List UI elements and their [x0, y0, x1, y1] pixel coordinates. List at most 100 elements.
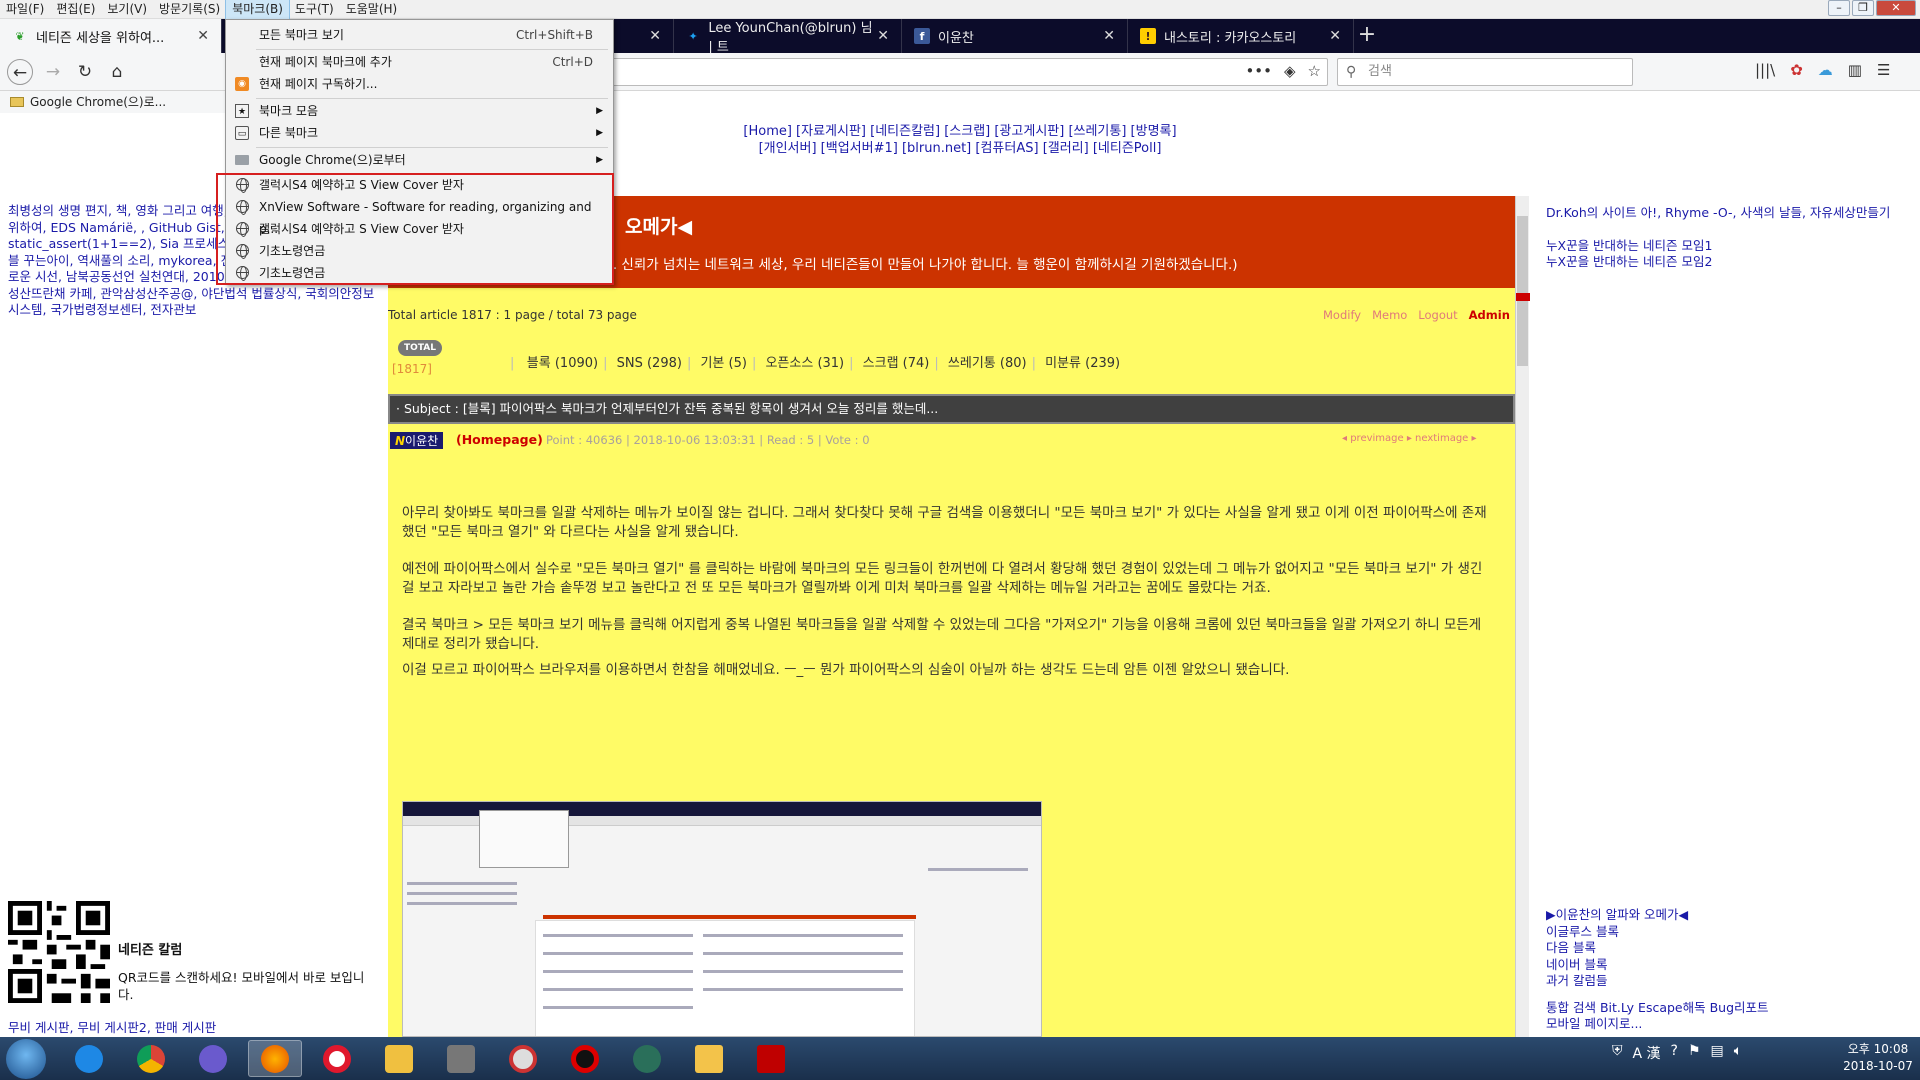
chrome-icon[interactable] — [124, 1040, 178, 1077]
ime-indicator[interactable]: A 漢 — [1633, 1043, 1661, 1063]
memo-link[interactable]: Memo — [1372, 308, 1407, 322]
app-icon[interactable] — [186, 1040, 240, 1077]
app-icon[interactable] — [434, 1040, 488, 1077]
cloud-icon[interactable]: ☁ — [1818, 61, 1833, 79]
menu-item-label: Google Chrome(으)로부터 — [259, 153, 406, 167]
network-icon[interactable]: ▤ — [1711, 1043, 1724, 1063]
logout-link[interactable]: Logout — [1418, 308, 1457, 322]
right-link[interactable]: ▶이윤찬의 알파와 오메가◀ — [1546, 907, 1916, 924]
submenu-arrow-icon: ▶ — [596, 155, 603, 165]
opera-icon[interactable] — [310, 1040, 364, 1077]
url-bar[interactable]: ••• ◈ ☆ — [520, 58, 1328, 86]
search-placeholder: 검색 — [1368, 64, 1392, 79]
right-link[interactable]: 다음 블록 — [1546, 940, 1916, 957]
tab-netizen[interactable]: ❦ 네티즌 세상을 위하여... ✕ — [0, 19, 222, 53]
reload-icon[interactable]: ↻ — [72, 59, 98, 85]
start-button-icon[interactable] — [6, 1039, 46, 1079]
tab-twitter[interactable]: ✦ Lee YounChan(@blrun) 님 | 트 ✕ — [674, 19, 902, 55]
minimize-icon[interactable]: – — [1828, 0, 1850, 16]
flag-icon[interactable]: ⚑ — [1688, 1043, 1701, 1063]
forward-icon[interactable]: → — [40, 59, 66, 85]
folder-icon[interactable] — [682, 1040, 736, 1077]
restore-icon[interactable]: ❐ — [1852, 0, 1874, 16]
menu-tools[interactable]: 도구(T) — [289, 0, 340, 19]
post-paragraph-1: 아무리 찾아봐도 북마크를 일괄 삭제하는 메뉴가 보이질 않는 겁니다. 그래… — [402, 505, 1487, 540]
pocket-icon[interactable]: ◈ — [1284, 62, 1296, 80]
category-scrap[interactable]: 스크랩 (74) — [863, 356, 930, 371]
taskbar: ⛨ A 漢 ? ⚑ ▤ 🔈︎ 오후 10:08 2018-10-07 — [0, 1037, 1920, 1080]
right-link[interactable]: 누X꾼을 반대하는 네티즌 모임1 — [1546, 238, 1916, 255]
shield-icon[interactable]: ⛨ — [1612, 1043, 1623, 1063]
bookmark-folder-chrome[interactable]: Google Chrome(으)로... — [30, 95, 166, 109]
volume-icon[interactable]: 🔈︎ — [1734, 1043, 1742, 1063]
subscribe-page-item[interactable]: ◉ 현재 페이지 구독하기... — [226, 73, 613, 95]
menu-file[interactable]: 파일(F) — [0, 0, 50, 19]
post-screenshot-image[interactable] — [402, 801, 1042, 1037]
category-list: | 블록 (1090) | SNS (298) | 기본 (5) | 오픈소스 (31… — [510, 356, 1121, 371]
tab-kakaostory[interactable]: ! 내스토리 : 카카오스토리 ✕ — [1128, 19, 1354, 53]
hamburger-menu-icon[interactable]: ☰ — [1877, 61, 1890, 79]
search-input[interactable]: ⚲ 검색 — [1337, 58, 1633, 86]
right-link[interactable]: 과거 칼럼들 — [1546, 973, 1916, 990]
category-trash[interactable]: 쓰레기통 (80) — [948, 356, 1027, 371]
menu-edit[interactable]: 편집(E) — [50, 0, 101, 19]
record-icon[interactable] — [558, 1040, 612, 1077]
right-link-row[interactable]: Dr.Koh의 사이트 아!, Rhyme -O-, 사색의 날들, 자유세상만… — [1546, 205, 1916, 222]
right-link[interactable]: 모바일 페이지로... — [1546, 1016, 1916, 1033]
menu-separator — [256, 147, 608, 148]
board-scrollbar[interactable] — [1515, 196, 1530, 1037]
category-basic[interactable]: 기본 (5) — [700, 356, 746, 371]
menu-view[interactable]: 보기(V) — [101, 0, 153, 19]
clock[interactable]: 오후 10:08 2018-10-07 — [1843, 1041, 1913, 1075]
back-icon[interactable]: ← — [7, 59, 33, 85]
close-tab-icon[interactable]: ✕ — [1329, 28, 1341, 44]
pen-app-icon[interactable] — [372, 1040, 426, 1077]
menu-history[interactable]: 방문기록(S) — [153, 0, 226, 19]
author-badge[interactable]: N이윤찬 — [390, 432, 444, 449]
close-tab-icon[interactable]: ✕ — [877, 28, 889, 44]
category-sns[interactable]: SNS (298) — [617, 356, 682, 371]
url-bar-actions: ••• ◈ ☆ — [1245, 62, 1321, 80]
twitter-icon: ✦ — [688, 29, 698, 43]
close-tab-icon[interactable]: ✕ — [197, 28, 209, 44]
app-icon[interactable] — [620, 1040, 674, 1077]
tab-facebook[interactable]: f 이윤찬 ✕ — [902, 19, 1128, 53]
close-window-icon[interactable]: ✕ — [1876, 0, 1916, 16]
qr-title: 네티즌 칼럼 — [118, 943, 183, 958]
bookmark-this-page-item[interactable]: 현재 페이지 북마크에 추가 Ctrl+D — [226, 51, 613, 73]
prev-next-image-links[interactable]: ◂ previmage ▸ nextimage ▸ — [1342, 433, 1477, 444]
star-bookmark-icon[interactable]: ☆ — [1308, 62, 1321, 80]
show-all-bookmarks-item[interactable]: 모든 북마크 보기 Ctrl+Shift+B — [226, 24, 613, 46]
scrollbar-thumb[interactable] — [1517, 216, 1528, 366]
category-blog[interactable]: 블록 (1090) — [527, 356, 598, 371]
right-link[interactable]: 네이버 블록 — [1546, 957, 1916, 974]
internet-explorer-icon[interactable] — [62, 1040, 116, 1077]
right-link[interactable]: 통합 검색 Bit.Ly Escape해독 Bug리포트 — [1546, 1000, 1916, 1017]
right-link[interactable]: 이글루스 블록 — [1546, 924, 1916, 941]
left-bottom-links[interactable]: 무비 게시판, 무비 게시판2, 판매 게시판 — [8, 1017, 216, 1036]
admin-link[interactable]: Admin — [1469, 308, 1510, 322]
from-google-chrome-item[interactable]: Google Chrome(으)로부터 ▶ — [226, 149, 613, 171]
app-icon[interactable] — [496, 1040, 550, 1077]
home-icon[interactable]: ⌂ — [104, 59, 130, 85]
tab-hidden[interactable]: ✕ — [614, 19, 674, 53]
filezilla-icon[interactable] — [744, 1040, 798, 1077]
other-bookmarks-item[interactable]: ▭ 다른 북마크 ▶ — [226, 122, 613, 144]
close-tab-icon[interactable]: ✕ — [649, 28, 661, 44]
bookmarks-toolbar-item[interactable]: ★ 북마크 모음 ▶ — [226, 100, 613, 122]
library-icon[interactable]: |||\ — [1755, 61, 1775, 79]
extension-icon[interactable]: ✿ — [1790, 61, 1803, 79]
modify-link[interactable]: Modify — [1323, 308, 1361, 322]
help-icon[interactable]: ? — [1671, 1043, 1678, 1063]
homepage-link[interactable]: (Homepage) — [456, 432, 543, 447]
menu-bookmarks[interactable]: 북마크(B) — [225, 0, 290, 20]
right-link[interactable]: 누X꾼을 반대하는 네티즌 모임2 — [1546, 254, 1916, 271]
close-tab-icon[interactable]: ✕ — [1103, 28, 1115, 44]
category-unclassified[interactable]: 미분류 (239) — [1045, 356, 1120, 371]
new-tab-icon[interactable]: + — [1355, 19, 1379, 53]
page-actions-icon[interactable]: ••• — [1245, 62, 1272, 80]
category-opensource[interactable]: 오픈소스 (31) — [765, 356, 844, 371]
sidebar-icon[interactable]: ▥ — [1848, 61, 1862, 79]
menu-help[interactable]: 도움말(H) — [340, 0, 404, 19]
firefox-icon[interactable] — [248, 1040, 302, 1077]
